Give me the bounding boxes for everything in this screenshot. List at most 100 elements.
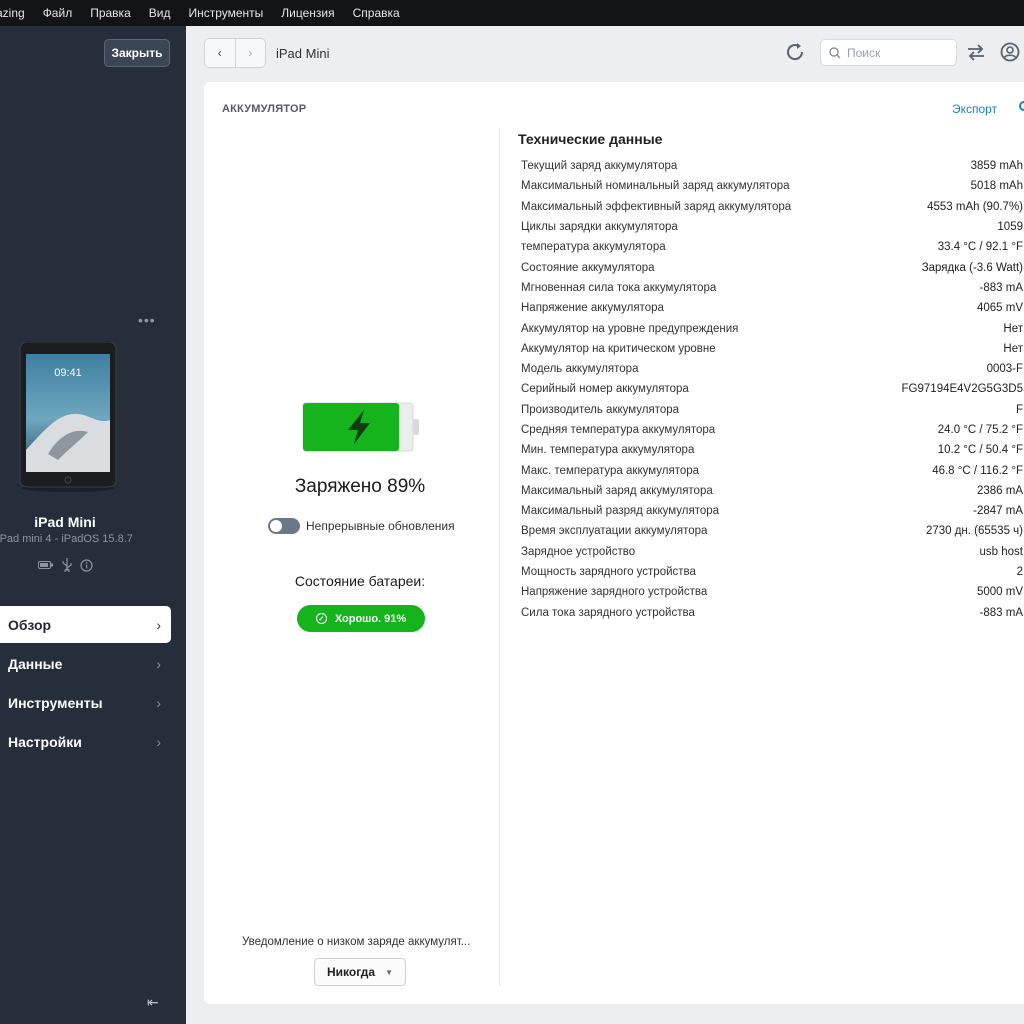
table-row: Максимальный номинальный заряд аккумулят… [521,176,1023,196]
sidebar-item-label: Настройки [8,733,82,750]
battery-health-title: Состояние батареи: [294,573,426,589]
chevron-right-icon: › [156,733,161,750]
continuous-updates-row: Непрерывные обновления [268,518,455,534]
row-value: 46.8 °C / 116.2 °F [932,464,1023,477]
table-row: Напряжение аккумулятора 4065 mV [521,298,1023,318]
continuous-updates-toggle[interactable] [268,518,300,534]
sidebar-item-data[interactable]: Данные › [0,645,171,682]
table-row: Максимальный заряд аккумулятора 2386 mA [521,481,1023,501]
row-label: Зарядное устройство [521,545,636,558]
row-value: -883 mA [979,281,1023,294]
row-value: 24.0 °C / 75.2 °F [937,424,1023,436]
row-label: температура аккумулятора [521,241,666,254]
usb-icon [62,558,72,572]
table-row: Циклы зарядки аккумулятора 1059 [521,217,1023,237]
row-label: Мин. температура аккумулятора [521,444,695,457]
row-value: F [1015,403,1023,416]
row-label: Максимальный эффективный заряд аккумулят… [521,200,792,213]
row-label: Время эксплуатации аккумулятора [521,525,708,538]
sidebar-item-overview[interactable]: Обзор › [0,606,171,643]
select-value: Никогда [327,965,376,979]
low-battery-notification-select[interactable]: Никогда ▼ [314,958,406,986]
more-options-icon[interactable]: ••• [138,312,156,328]
row-value: FG97194E4V2G5G3D5 [901,383,1023,396]
table-row: Мин. температура аккумулятора 10.2 °C / 5… [521,440,1023,460]
menu-tools[interactable]: Инструменты [179,6,272,20]
close-button[interactable]: Закрыть [104,39,170,67]
row-label: Максимальный номинальный заряд аккумулят… [521,180,790,193]
check-circle-icon: ✓ [315,613,327,624]
back-button[interactable]: ‹ [205,39,235,67]
table-row: Серийный номер аккумулятора FG97194E4V2G5… [521,379,1023,399]
sidebar-nav: Обзор › Данные › Инструменты › Настройки… [0,606,171,762]
sidebar-item-label: Данные [8,655,63,672]
row-label: Состояние аккумулятора [521,261,655,274]
device-status-icons [38,558,93,572]
battery-charging-icon [302,402,419,452]
sidebar-item-settings[interactable]: Настройки › [0,723,171,760]
section-title: АККУМУЛЯТОР [222,103,307,115]
low-battery-notification-label: Уведомление о низком заряде аккумулят... [242,936,471,948]
export-link[interactable]: Экспорт [952,102,997,116]
chevron-right-icon: › [156,616,161,633]
menu-file[interactable]: Файл [34,6,82,20]
battery-small-icon [38,561,53,569]
search-input[interactable] [847,45,947,60]
forward-button[interactable]: › [234,39,266,67]
table-row: Состояние аккумулятора Зарядка (-3.6 Watt… [521,257,1023,277]
transfer-icon[interactable] [966,43,986,61]
row-value: 1059 [997,221,1023,234]
table-row: Производитель аккумулятора F [521,400,1023,420]
row-label: Мощность зарядного устройства [521,566,696,579]
menu-help[interactable]: Справка [344,6,409,20]
row-label: Производитель аккумулятора [521,403,680,416]
table-row: Текущий заряд аккумулятора 3859 mAh [521,156,1023,176]
collapse-sidebar-icon[interactable]: ⇤ [147,994,159,1011]
account-icon[interactable] [1000,42,1020,62]
row-label: Средняя температура аккумулятора [521,424,716,436]
refresh-icon[interactable] [784,41,806,63]
row-label: Сила тока зарядного устройства [521,606,695,619]
tech-data-title: Технические данные [518,131,663,147]
row-label: Макс. температура аккумулятора [521,464,700,477]
row-value: 5018 mAh [970,180,1023,193]
row-label: Мгновенная сила тока аккумулятора [521,281,717,294]
table-row: Время эксплуатации аккумулятора 2730 дн. … [521,521,1023,541]
search-box[interactable] [820,39,957,66]
row-value: Зарядка (-3.6 Watt) [921,261,1023,274]
row-label: Максимальный разряд аккумулятора [521,505,720,518]
table-row: Макс. температура аккумулятора 46.8 °C / … [521,460,1023,480]
sidebar-item-label: Обзор [8,616,52,633]
row-value: -2847 mA [973,505,1023,518]
status-badge: ✓ Хорошо. 91% [297,605,425,632]
device-time: 09:41 [54,367,82,379]
menu-edit[interactable]: Правка [81,6,140,20]
sidebar-item-tools[interactable]: Инструменты › [0,684,171,721]
table-row: Максимальный эффективный заряд аккумулят… [521,197,1023,217]
row-value: 3859 mAh [970,160,1023,173]
menu-license[interactable]: Лицензия [272,6,343,20]
help-icon[interactable] [1019,101,1024,111]
menu-bar: azing Файл Правка Вид Инструменты Лиценз… [0,0,1024,26]
row-label: Текущий заряд аккумулятора [521,160,678,173]
row-value: 4065 mV [976,302,1023,315]
history-nav: ‹ › [204,38,266,68]
info-icon[interactable] [80,558,93,572]
table-row: Сила тока зарядного устройства -883 mA [521,603,1023,623]
breadcrumb: iPad Mini [276,46,330,61]
row-label: Напряжение зарядного устройства [521,586,708,599]
health-value: Хорошо. 91% [334,612,407,625]
menu-view[interactable]: Вид [140,6,180,20]
table-row: Средняя температура аккумулятора 24.0 °C … [521,420,1023,440]
column-divider [499,128,500,986]
charge-level-text: Заряжено 89% [294,476,426,497]
menu-app[interactable]: azing [0,6,34,20]
toggle-label: Непрерывные обновления [306,519,455,533]
table-row: Максимальный разряд аккумулятора -2847 mA [521,501,1023,521]
search-icon [829,46,841,58]
row-label: Модель аккумулятора [521,363,639,376]
table-row: температура аккумулятора 33.4 °C / 92.1 °… [521,237,1023,257]
device-name: iPad Mini [34,514,96,530]
top-toolbar: ‹ › iPad Mini [186,26,1024,80]
row-value: 0003-F [986,363,1023,376]
